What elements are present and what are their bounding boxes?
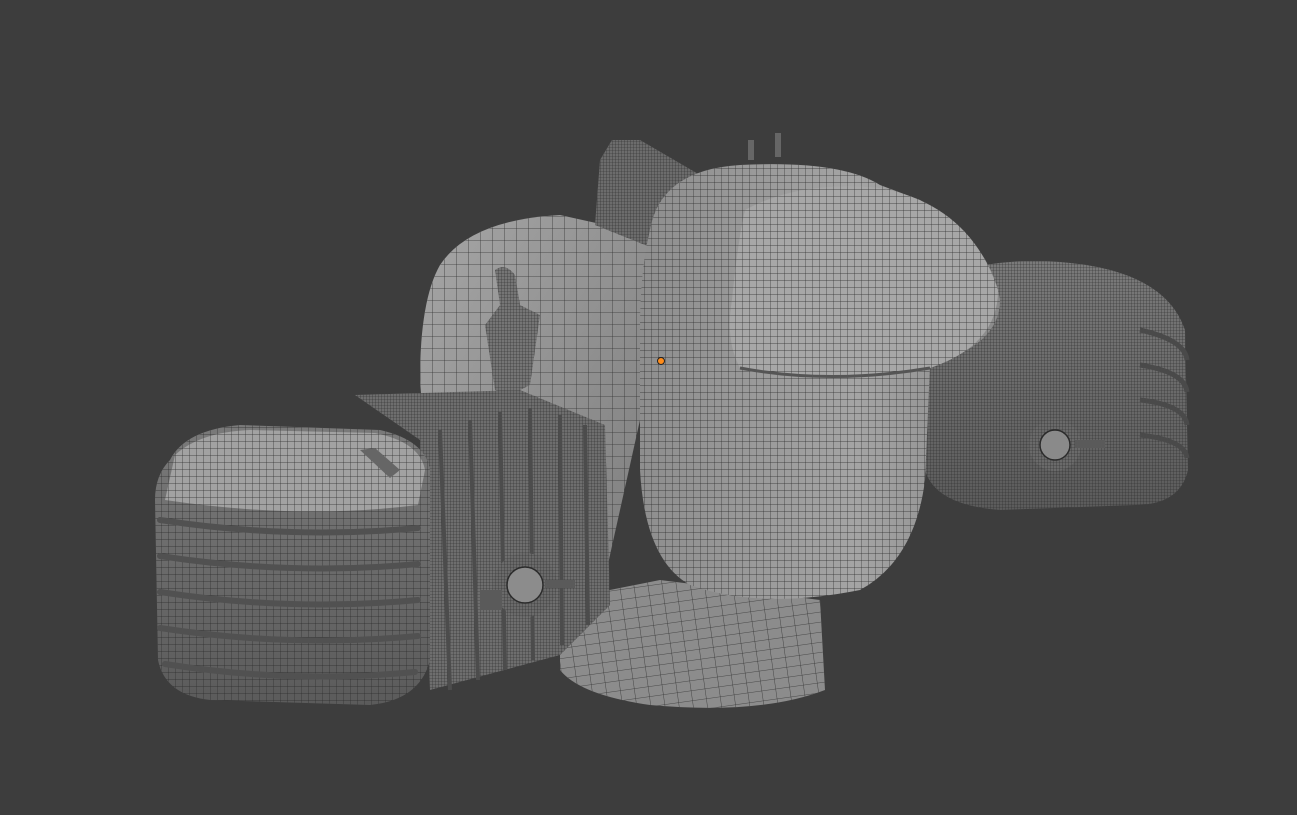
object-origin[interactable] <box>657 357 665 365</box>
left-cylinder[interactable] <box>155 390 610 705</box>
viewport-canvas[interactable] <box>0 0 1297 815</box>
3d-viewport[interactable] <box>0 0 1297 815</box>
